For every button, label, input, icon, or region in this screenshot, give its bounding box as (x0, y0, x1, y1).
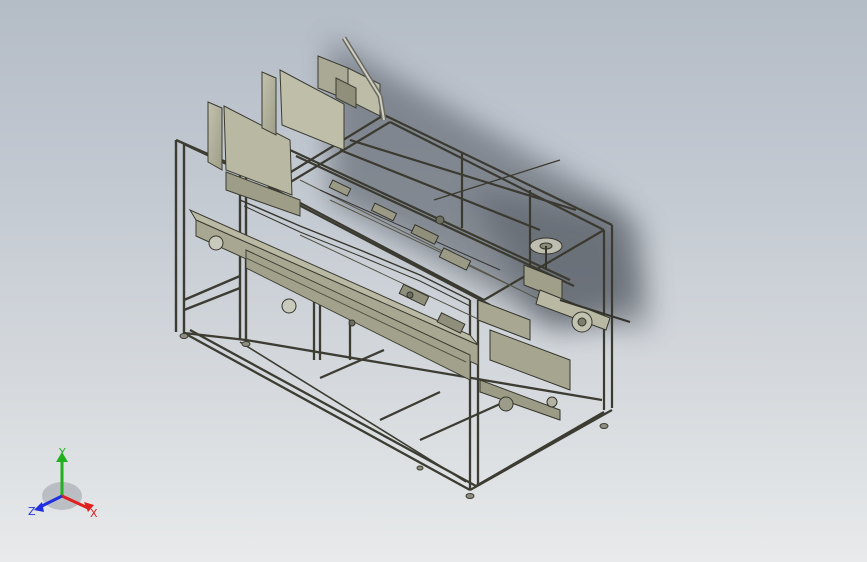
view-triad: Y X Z (28, 446, 98, 520)
cad-viewport[interactable]: Y X Z (0, 0, 867, 562)
triad-y-label: Y (58, 446, 66, 459)
model-drawing[interactable]: Y X Z (0, 0, 867, 562)
magazine-panels (207, 69, 345, 217)
triad-z-label: Z (28, 505, 36, 518)
triad-x-label: X (90, 507, 98, 520)
